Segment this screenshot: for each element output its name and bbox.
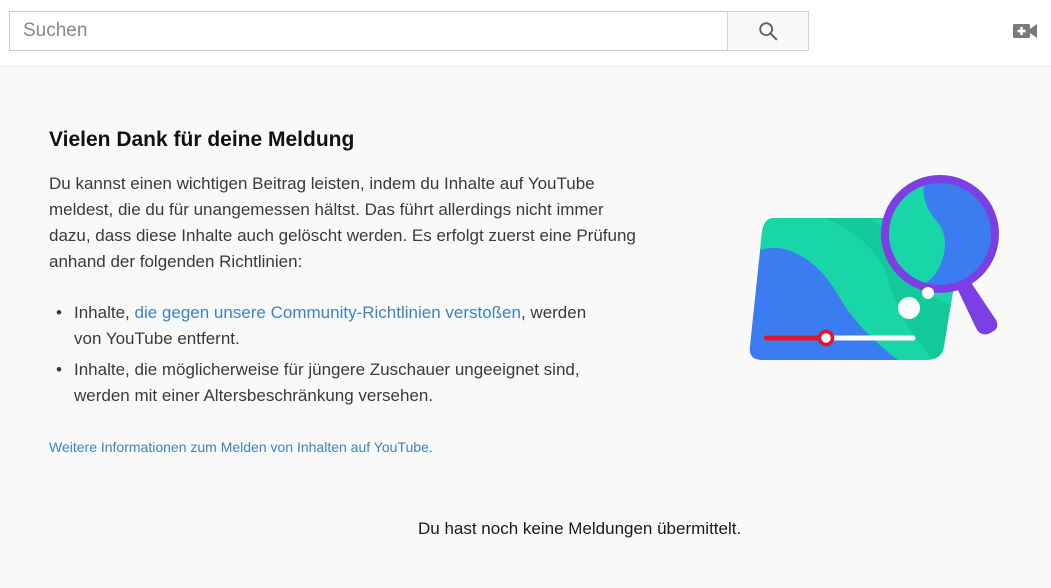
lens-white-circle-large — [898, 297, 920, 319]
search-icon — [759, 22, 778, 41]
intro-text: Du kannst einen wichtigen Beitrag leiste… — [49, 174, 636, 271]
main-content: Vielen Dank für deine Meldung Du kannst … — [0, 68, 1051, 588]
bullet-prefix: Inhalte, — [74, 303, 135, 322]
list-item: • Inhalte, die gegen unsere Community-Ri… — [56, 300, 616, 352]
bullet-dot: • — [56, 360, 62, 379]
search-button[interactable] — [727, 11, 809, 51]
empty-state-message: Du hast noch keine Meldungen übermittelt… — [418, 519, 742, 538]
top-bar — [0, 0, 1051, 67]
search-field[interactable] — [9, 11, 728, 51]
report-illustration — [749, 175, 999, 360]
create-video-button[interactable] — [1011, 20, 1039, 42]
video-camera-plus-icon — [1013, 24, 1037, 38]
bullet-dot: • — [56, 303, 62, 322]
progress-bar-handle — [817, 329, 835, 347]
search-input[interactable] — [23, 12, 728, 50]
page-title: Vielen Dank für deine Meldung — [49, 128, 355, 151]
list-item: • Inhalte, die möglicherweise für jünger… — [56, 357, 616, 409]
bullet-text: Inhalte, die möglicherweise für jüngere … — [74, 360, 580, 405]
lens-white-circle-small — [922, 287, 934, 299]
more-info-link[interactable]: Weitere Informationen zum Melden von Inh… — [49, 439, 433, 455]
community-guidelines-link[interactable]: die gegen unsere Community-Richtlinien v… — [135, 303, 521, 322]
guidelines-list: • Inhalte, die gegen unsere Community-Ri… — [56, 300, 616, 414]
